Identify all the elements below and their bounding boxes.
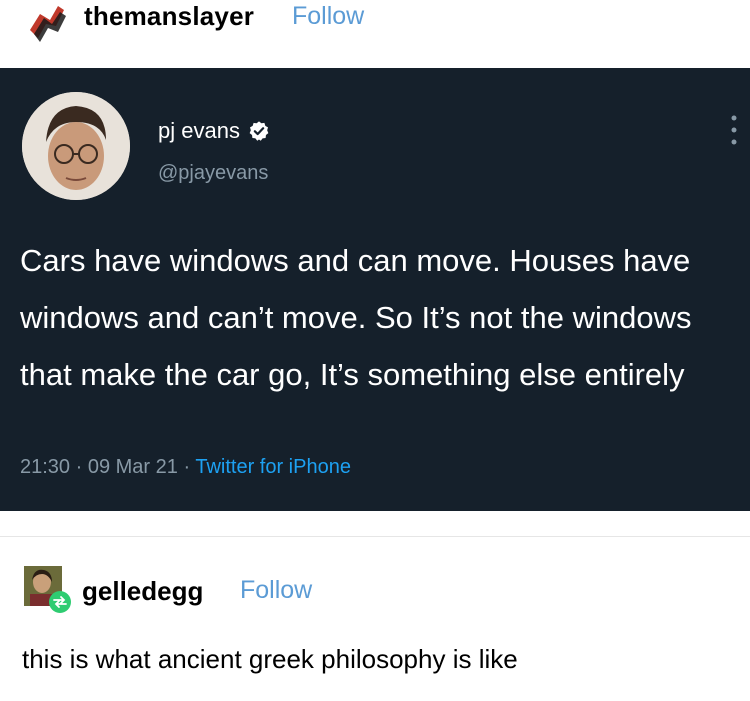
post-header: themanslayer Follow <box>0 0 750 68</box>
reblog-follow-button[interactable]: Follow <box>240 576 312 605</box>
verified-badge-icon <box>249 121 269 141</box>
tweet-date: 09 Mar 21 <box>87 456 178 478</box>
follow-button[interactable]: Follow <box>292 2 364 31</box>
meta-separator: · <box>70 456 88 478</box>
tweet-meta: 21:30 · 09 Mar 21 · Twitter for iPhone <box>20 456 351 479</box>
reblog-avatar[interactable] <box>22 566 74 616</box>
tweet-author[interactable]: pj evans <box>158 118 270 144</box>
more-vertical-icon[interactable] <box>728 110 740 150</box>
tweet-author-name: pj evans <box>158 118 240 143</box>
tweet-handle[interactable]: @pjayevans <box>158 162 268 185</box>
tweet-avatar <box>22 92 130 200</box>
profile-photo-icon <box>22 92 130 200</box>
user-avatar[interactable] <box>24 0 70 44</box>
tweet-source[interactable]: Twitter for iPhone <box>195 456 351 478</box>
reblog-text: this is what ancient greek philosophy is… <box>22 644 518 674</box>
tweet-time: 21:30 <box>20 456 71 478</box>
divider <box>0 536 750 537</box>
meta-separator: · <box>177 456 196 478</box>
reblog-username[interactable]: gelledegg <box>82 576 203 607</box>
tweet-card: pj evans @pjayevans Cars have windows an… <box>0 68 750 511</box>
username[interactable]: themanslayer <box>84 1 254 32</box>
tweet-text: Cars have windows and can move. Houses h… <box>20 243 692 392</box>
